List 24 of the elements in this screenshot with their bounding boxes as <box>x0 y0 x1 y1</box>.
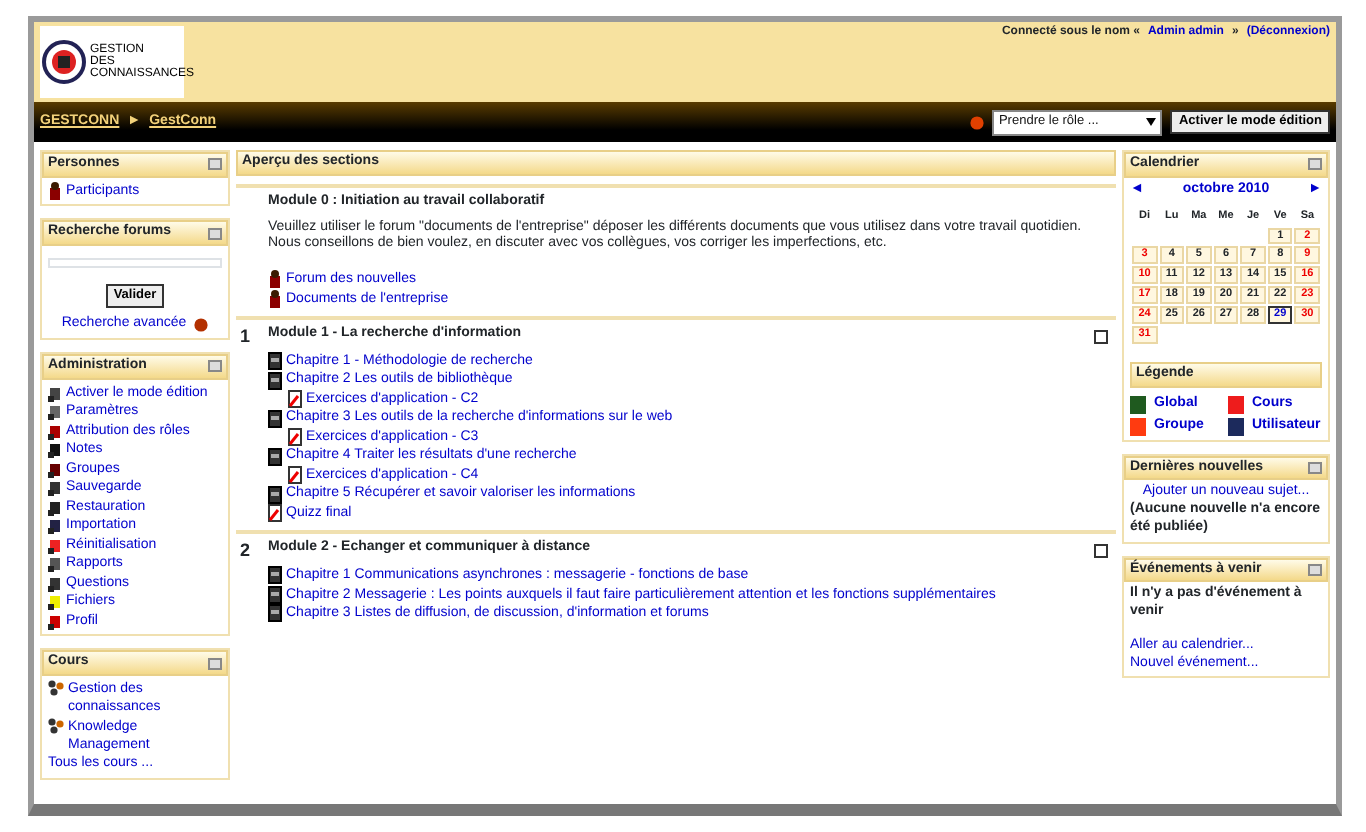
dropdown-caret-icon <box>1146 118 1157 126</box>
toggle-square-icon[interactable] <box>1094 544 1108 559</box>
section-number: 2 <box>240 540 251 561</box>
page-icon <box>288 466 302 484</box>
section-number: 1 <box>240 326 251 346</box>
course-icon <box>48 717 64 734</box>
course-icon <box>48 679 64 696</box>
book-icon <box>268 409 282 427</box>
collapse-icon[interactable] <box>1308 158 1322 171</box>
toggle-square-icon[interactable] <box>1094 330 1108 344</box>
page-icon <box>288 428 302 446</box>
collapse-icon[interactable] <box>208 657 222 669</box>
search-field[interactable] <box>48 258 222 268</box>
person-icon <box>48 182 62 200</box>
book-icon <box>268 447 282 465</box>
collapse-icon[interactable] <box>1308 461 1322 474</box>
collapse-icon[interactable] <box>1308 563 1322 576</box>
help-icon <box>194 318 209 332</box>
page-icon <box>268 504 282 522</box>
book-icon <box>268 485 282 503</box>
collapse-icon[interactable] <box>208 158 222 171</box>
collapse-icon[interactable] <box>208 227 222 240</box>
page-icon <box>288 390 302 408</box>
collapse-icon[interactable] <box>208 360 222 373</box>
